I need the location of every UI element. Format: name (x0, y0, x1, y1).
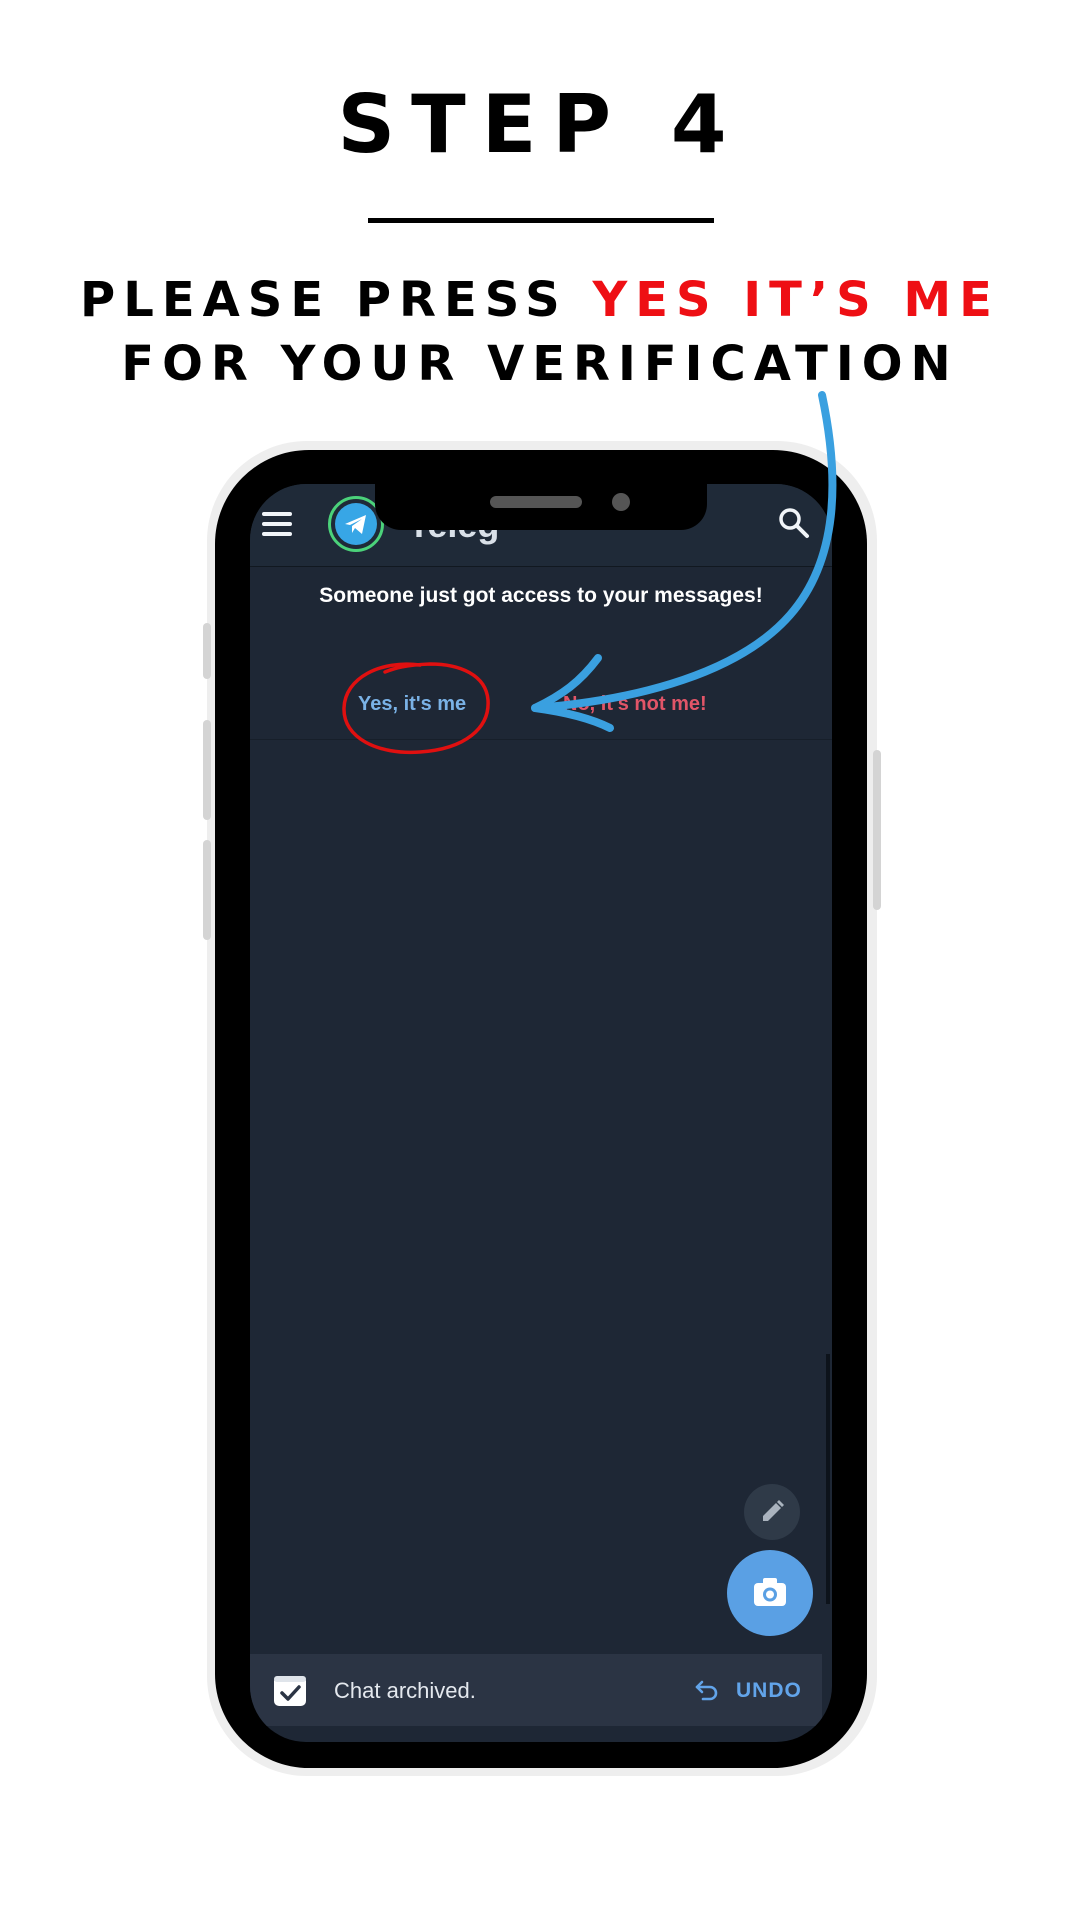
hamburger-menu-icon[interactable] (262, 512, 292, 536)
login-alert-message: Someone just got access to your messages… (319, 584, 763, 607)
camera-icon (754, 1578, 786, 1606)
yes-its-me-button[interactable]: Yes, it's me (358, 693, 466, 716)
phone-screen: Teleg Someone just got access to your me… (250, 484, 832, 1742)
compose-button[interactable] (744, 1484, 800, 1540)
instruction-line-2: FOR YOUR VERIFICATION (121, 336, 959, 392)
camera-button[interactable] (727, 1550, 813, 1636)
no-its-not-me-button[interactable]: No, it's not me! (563, 693, 707, 716)
scroll-indicator (826, 1354, 830, 1604)
pencil-icon (763, 1500, 784, 1521)
undo-arrow-icon[interactable] (694, 1679, 720, 1701)
phone-power-button (873, 750, 881, 910)
alert-divider (250, 739, 832, 740)
instruction-prefix: PLEASE PRESS (80, 272, 593, 328)
undo-button[interactable]: UNDO (736, 1679, 802, 1703)
title-divider (368, 218, 714, 223)
instruction-highlight: YES IT’S ME (592, 272, 1000, 328)
phone-volume-up-button (203, 720, 211, 820)
phone-volume-down-button (203, 840, 211, 940)
search-icon[interactable] (777, 506, 811, 540)
snackbar: Chat archived. UNDO (250, 1654, 822, 1726)
phone-mute-switch (203, 623, 211, 679)
phone-speaker (490, 496, 582, 508)
step-title: STEP 4 (337, 78, 743, 171)
snackbar-message: Chat archived. (334, 1678, 476, 1703)
instruction-line-1: PLEASE PRESS YES IT’S ME (0, 272, 1080, 328)
phone-front-camera (612, 493, 630, 511)
archive-check-icon (272, 1672, 308, 1708)
telegram-plane-icon (335, 503, 377, 545)
